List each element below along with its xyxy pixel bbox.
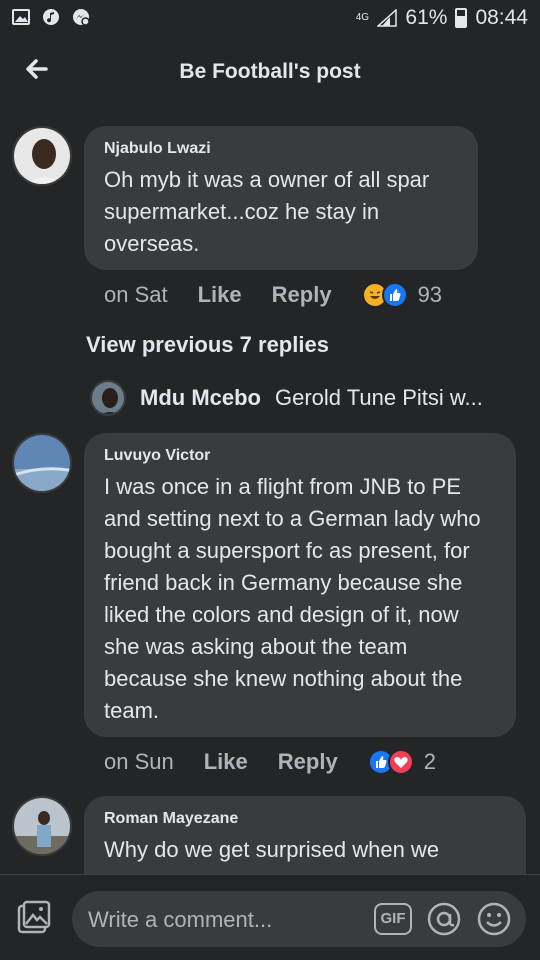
like-reaction-icon [381,282,408,308]
reaction-icons[interactable] [361,282,408,308]
comment-bubble[interactable]: Njabulo Lwazi Oh myb it was a owner of a… [84,126,478,270]
avatar[interactable] [12,796,72,856]
comment-time: on Sat [104,282,168,307]
messenger-notification-icon [73,9,90,26]
like-button[interactable]: Like [204,749,248,775]
reply-author: Mdu Mcebo [140,385,261,410]
reply-text: Gerold Tune Pitsi w... [275,385,483,410]
love-reaction-icon [387,749,414,775]
profile-photo [14,435,70,491]
music-notification-icon [43,9,59,25]
comment-actions: on Sat Like Reply 93 [104,282,442,308]
system-indicators: 4G 61% 08:44 [355,6,528,30]
reply-button[interactable]: Reply [272,282,332,308]
comment-author[interactable]: Roman Mayezane [104,810,506,828]
profile-photo [14,128,70,184]
comment-text: Oh myb it was a owner of all spar superm… [104,167,430,256]
reply-preview[interactable]: Mdu Mcebo Gerold Tune Pitsi w... [90,380,483,416]
battery-percent: 61% [405,6,448,29]
avatar[interactable] [12,126,72,186]
avatar[interactable] [12,433,72,493]
comment-bubble[interactable]: Luvuyo Victor I was once in a flight fro… [84,433,516,737]
status-bar: 4G 61% 08:44 [0,0,540,38]
comment-author[interactable]: Luvuyo Victor [104,447,496,465]
comment-actions: on Sun Like Reply 2 [104,749,436,775]
emoji-icon[interactable] [476,901,512,937]
network-type: 4G [355,12,370,23]
page-title: Be Football's post [179,60,361,83]
avatar[interactable] [90,380,126,416]
comment-text: I was once in a flight from JNB to PE an… [104,474,481,723]
photo-icon[interactable] [16,899,52,935]
comment-placeholder: Write a comment... [88,907,273,932]
post-header: Be Football's post [0,38,540,106]
like-button[interactable]: Like [198,282,242,308]
gif-button[interactable]: GIF [374,903,412,935]
reaction-count[interactable]: 93 [418,282,442,308]
comment-input[interactable]: Write a comment... GIF [72,891,526,947]
reaction-count[interactable]: 2 [424,749,436,775]
profile-photo [92,382,124,414]
signal-icon [377,9,398,27]
comment-author[interactable]: Njabulo Lwazi [104,140,458,158]
view-previous-replies[interactable]: View previous 7 replies [86,332,329,358]
comments-list[interactable]: Njabulo Lwazi Oh myb it was a owner of a… [0,106,540,874]
notification-icons [12,8,90,26]
reply-button[interactable]: Reply [278,749,338,775]
comment-time: on Sun [104,749,174,774]
comment-bubble[interactable]: Roman Mayezane Why do we get surprised w… [84,796,526,874]
profile-photo [14,798,70,854]
comment-composer: Write a comment... GIF [0,874,540,960]
gallery-notification-icon [12,9,30,25]
comment-text: Why do we get surprised when we [104,837,440,862]
clock: 08:44 [475,6,528,29]
mention-icon[interactable] [426,901,462,937]
reaction-icons[interactable] [367,749,414,775]
battery-icon [455,8,468,28]
